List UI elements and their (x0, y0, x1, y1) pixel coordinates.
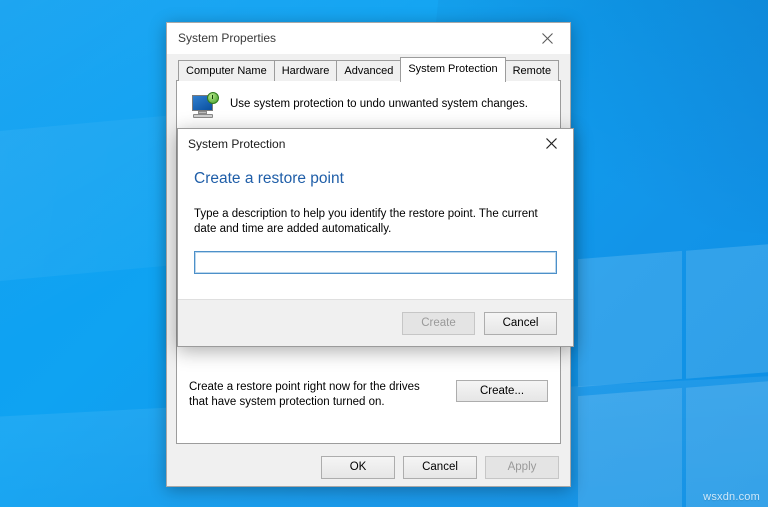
tab-strip: Computer Name Hardware Advanced System P… (176, 57, 561, 82)
system-protection-dialog: System Protection Create a restore point… (177, 128, 574, 347)
system-properties-titlebar: System Properties (167, 23, 570, 54)
dialog-footer: Create Cancel (178, 299, 573, 346)
system-properties-title: System Properties (178, 31, 277, 45)
tab-system-protection[interactable]: System Protection (400, 57, 506, 82)
create-restore-point-row: Create a restore point right now for the… (189, 380, 548, 410)
create-restore-point-text: Create a restore point right now for the… (189, 381, 420, 408)
tab-remote[interactable]: Remote (504, 60, 560, 81)
dialog-cancel-button[interactable]: Cancel (484, 311, 557, 335)
windows-logo-pane-top-left (578, 250, 682, 388)
dialog-content: Create a restore point Type a descriptio… (178, 158, 573, 299)
dialog-description: Type a description to help you identify … (194, 208, 538, 235)
create-button[interactable]: Create... (456, 380, 548, 402)
dialog-titlebar: System Protection (178, 129, 573, 158)
windows-logo-pane-bottom-left (578, 387, 682, 507)
windows-logo-pane-top-right (686, 241, 768, 379)
site-watermark: wsxdn.com (703, 491, 760, 503)
tab-hardware[interactable]: Hardware (273, 60, 338, 81)
dialog-title: System Protection (188, 136, 286, 151)
intro-row: Use system protection to undo unwanted s… (189, 92, 548, 119)
ok-button[interactable]: OK (321, 455, 395, 479)
cancel-button[interactable]: Cancel (403, 455, 477, 479)
apply-button: Apply (485, 455, 559, 479)
intro-text: Use system protection to undo unwanted s… (230, 98, 528, 110)
close-icon[interactable] (525, 24, 570, 53)
system-protection-icon (189, 92, 219, 119)
windows-logo-pane-bottom-right (686, 378, 768, 507)
desktop-background: wsxdn.com System Properties Computer Nam… (0, 0, 768, 507)
dialog-heading: Create a restore point (194, 170, 344, 187)
close-icon[interactable] (529, 130, 573, 158)
system-properties-footer: OK Cancel Apply (167, 448, 570, 486)
dialog-create-button: Create (402, 311, 475, 335)
restore-point-description-input[interactable] (194, 251, 557, 274)
tab-computer-name[interactable]: Computer Name (178, 60, 275, 81)
tab-advanced[interactable]: Advanced (336, 60, 402, 81)
